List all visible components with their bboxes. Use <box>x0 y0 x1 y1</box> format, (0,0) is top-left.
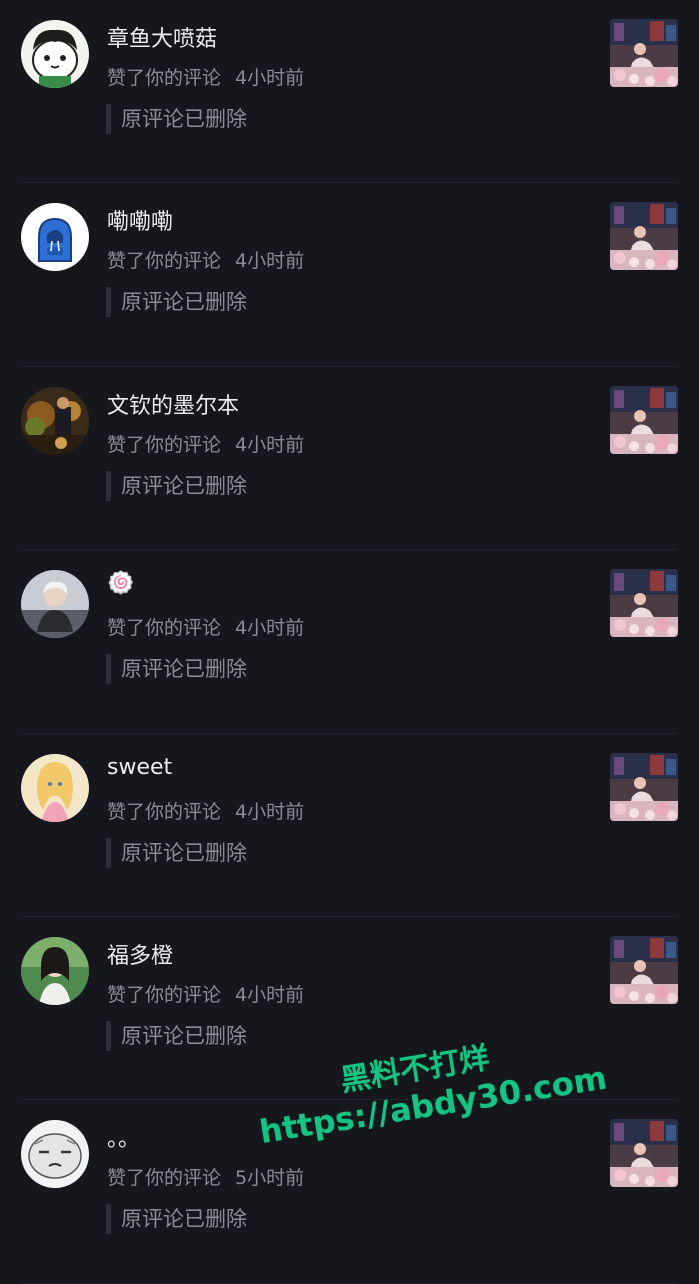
user-name[interactable]: 章鱼大喷菇 <box>107 21 217 53</box>
post-thumbnail[interactable] <box>610 569 678 638</box>
post-thumbnail[interactable] <box>610 1119 678 1188</box>
activity-meta: 赞了你的评论 4小时前 <box>107 63 304 90</box>
activity-meta: 赞了你的评论 4小时前 <box>107 430 304 457</box>
avatar[interactable] <box>21 1120 89 1189</box>
avatar[interactable] <box>21 203 89 272</box>
notification-row[interactable]: 福多橙赞了你的评论 4小时前原评论已删除 <box>0 917 699 1101</box>
action-text: 赞了你的评论 <box>107 617 222 640</box>
post-thumbnail[interactable] <box>610 19 678 87</box>
activity-meta: 赞了你的评论 4小时前 <box>107 980 304 1007</box>
action-text: 赞了你的评论 <box>107 250 222 273</box>
activity-meta: 赞了你的评论 4小时前 <box>107 613 304 640</box>
quoted-comment: 原评论已删除 <box>106 837 247 868</box>
user-name[interactable]: 福多橙 <box>107 938 173 970</box>
avatar[interactable] <box>21 936 89 1005</box>
timestamp: 4小时前 <box>235 433 305 456</box>
post-thumbnail[interactable] <box>610 935 678 1004</box>
user-name[interactable]: 嘞嘞嘞 <box>107 204 173 236</box>
quoted-comment: 原评论已删除 <box>106 470 247 501</box>
action-text: 赞了你的评论 <box>107 983 222 1006</box>
quoted-comment: 原评论已删除 <box>106 654 247 685</box>
avatar[interactable] <box>21 20 89 88</box>
notification-list: 章鱼大喷菇 赞了你的评论 4小时前 原评论已删除 嘞嘞嘞 赞了你的评论 4小时前 原评论已删除… <box>0 0 699 1284</box>
timestamp: 4小时前 <box>235 617 305 640</box>
timestamp: 4小时前 <box>235 800 305 823</box>
notification-row[interactable]: 章鱼大喷菇赞了你的评论 4小时前原评论已删除 <box>0 0 699 184</box>
notification-row[interactable]: 。。赞了你的评论 5小时前原评论已删除 <box>0 1100 699 1284</box>
quoted-comment: 原评论已删除 <box>106 1020 247 1051</box>
avatar[interactable] <box>21 753 89 822</box>
quoted-comment: 原评论已删除 <box>106 287 247 318</box>
activity-meta: 赞了你的评论 4小时前 <box>107 797 304 824</box>
post-thumbnail[interactable] <box>610 385 678 454</box>
notification-row[interactable]: 文钦的墨尔本赞了你的评论 4小时前原评论已删除 <box>0 367 699 551</box>
timestamp: 5小时前 <box>235 1167 305 1190</box>
quoted-comment: 原评论已删除 <box>106 104 247 134</box>
quoted-comment: 原评论已删除 <box>106 1204 247 1235</box>
action-text: 赞了你的评论 <box>107 67 222 89</box>
notification-row[interactable]: 🍥 赞了你的评论 4小时前原评论已删除 <box>0 550 699 734</box>
timestamp: 4小时前 <box>235 983 305 1006</box>
user-name[interactable]: 文钦的墨尔本 <box>107 388 239 420</box>
user-name[interactable]: 。。 <box>107 1121 140 1153</box>
action-text: 赞了你的评论 <box>107 433 222 456</box>
notification-row[interactable]: sweet 赞了你的评论 4小时前原评论已删除 <box>0 734 699 918</box>
user-name[interactable]: 🍥 <box>107 571 134 596</box>
activity-meta: 赞了你的评论 5小时前 <box>107 1163 304 1190</box>
notification-row[interactable]: 嘞嘞嘞赞了你的评论 4小时前原评论已删除 <box>0 183 699 368</box>
action-text: 赞了你的评论 <box>107 1167 222 1190</box>
user-name[interactable]: sweet <box>107 755 172 780</box>
activity-meta: 赞了你的评论 4小时前 <box>107 246 304 273</box>
post-thumbnail[interactable] <box>610 752 678 821</box>
timestamp: 4小时前 <box>235 67 305 89</box>
action-text: 赞了你的评论 <box>107 800 222 823</box>
avatar[interactable] <box>21 386 89 455</box>
avatar[interactable] <box>21 570 89 639</box>
timestamp: 4小时前 <box>235 250 305 273</box>
post-thumbnail[interactable] <box>610 202 678 271</box>
